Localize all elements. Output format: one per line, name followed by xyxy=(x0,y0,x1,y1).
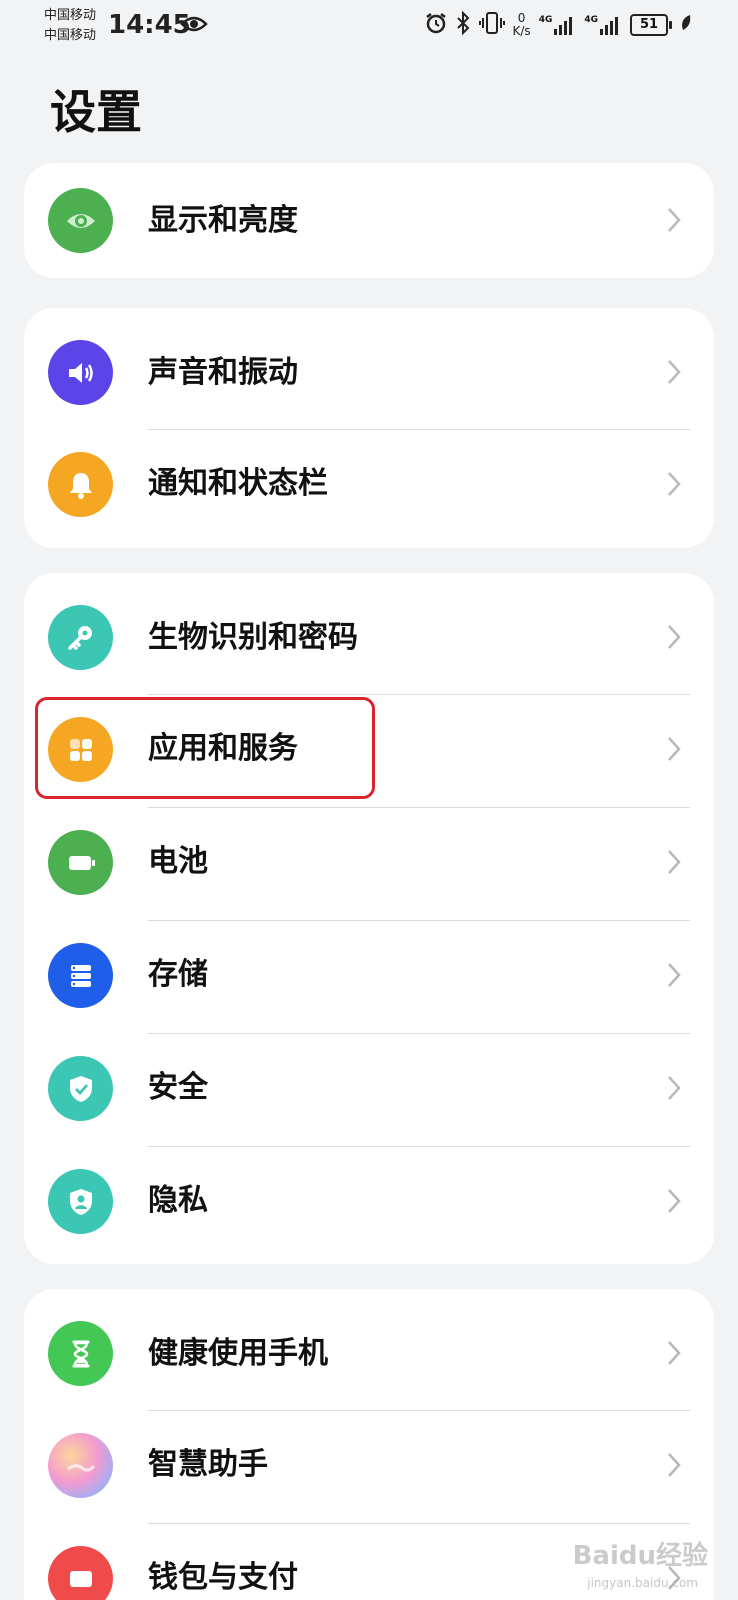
settings-item-storage[interactable]: 存储 xyxy=(24,921,714,1034)
settings-item-label: 安全 xyxy=(148,1070,208,1105)
chevron-right-icon xyxy=(668,1453,681,1477)
settings-item-health[interactable]: 健康使用手机 xyxy=(24,1289,714,1411)
settings-item-notifications[interactable]: 通知和状态栏 xyxy=(24,430,714,548)
assistant-orb-icon xyxy=(48,1433,113,1498)
chevron-right-icon xyxy=(668,1189,681,1213)
bell-icon xyxy=(48,452,113,517)
settings-item-label: 声音和振动 xyxy=(148,355,298,390)
chevron-right-icon xyxy=(668,360,681,384)
bluetooth-icon xyxy=(455,10,471,39)
eye-icon xyxy=(48,188,113,253)
key-icon xyxy=(48,605,113,670)
leaf-icon xyxy=(680,14,692,36)
status-bar: 中国移动 中国移动 14:45 0 K/s 4G 4G 51 xyxy=(0,0,738,50)
hourglass-icon xyxy=(48,1321,113,1386)
chevron-right-icon xyxy=(668,850,681,874)
settings-item-security[interactable]: 安全 xyxy=(24,1034,714,1147)
page-title: 设置 xyxy=(50,85,142,139)
signal-icon: 4G xyxy=(539,15,577,35)
carrier-info: 中国移动 中国移动 xyxy=(44,6,96,46)
signal-icon: 4G xyxy=(584,15,622,35)
settings-group-system: 生物识别和密码 应用和服务 电池 存储 安全 隐私 xyxy=(24,573,714,1264)
battery-icon xyxy=(48,830,113,895)
status-time: 14:45 xyxy=(108,10,191,40)
settings-item-label: 显示和亮度 xyxy=(148,203,298,238)
settings-item-label: 健康使用手机 xyxy=(148,1336,328,1371)
settings-item-label: 隐私 xyxy=(148,1183,208,1218)
settings-item-label: 生物识别和密码 xyxy=(148,620,358,655)
settings-item-battery[interactable]: 电池 xyxy=(24,808,714,921)
chevron-right-icon xyxy=(668,1341,681,1365)
chevron-right-icon xyxy=(668,625,681,649)
settings-item-label: 通知和状态栏 xyxy=(148,466,328,501)
shield-check-icon xyxy=(48,1056,113,1121)
chevron-right-icon xyxy=(668,472,681,496)
settings-group-display: 显示和亮度 xyxy=(24,163,714,278)
highlight-box xyxy=(35,697,375,799)
settings-item-privacy[interactable]: 隐私 xyxy=(24,1147,714,1264)
settings-item-display[interactable]: 显示和亮度 xyxy=(24,163,714,278)
chevron-right-icon xyxy=(668,1076,681,1100)
settings-item-label: 存储 xyxy=(148,957,208,992)
storage-icon xyxy=(48,943,113,1008)
watermark: Baidu经验 xyxy=(572,1541,708,1571)
speaker-icon xyxy=(48,340,113,405)
settings-group-sound: 声音和振动 通知和状态栏 xyxy=(24,308,714,548)
settings-item-assistant[interactable]: 智慧助手 xyxy=(24,1411,714,1524)
settings-item-biometrics[interactable]: 生物识别和密码 xyxy=(24,573,714,695)
eye-icon xyxy=(180,14,208,38)
battery-icon: 51 xyxy=(630,14,672,36)
wallet-icon xyxy=(48,1546,113,1600)
chevron-right-icon xyxy=(668,737,681,761)
carrier-2: 中国移动 xyxy=(44,28,97,43)
settings-item-label: 钱包与支付 xyxy=(148,1560,298,1595)
chevron-right-icon xyxy=(668,963,681,987)
settings-item-label: 电池 xyxy=(148,844,208,879)
watermark-url: jingyan.baidu.com xyxy=(587,1576,698,1590)
net-speed: 0 K/s xyxy=(512,11,531,38)
settings-item-sound[interactable]: 声音和振动 xyxy=(24,308,714,430)
settings-item-label: 智慧助手 xyxy=(148,1447,268,1482)
carrier-1: 中国移动 xyxy=(44,8,97,23)
vibrate-icon xyxy=(478,11,505,39)
status-icons: 0 K/s 4G 4G 51 xyxy=(425,10,692,40)
alarm-icon xyxy=(425,12,447,38)
chevron-right-icon xyxy=(668,208,681,232)
privacy-shield-icon xyxy=(48,1169,113,1234)
